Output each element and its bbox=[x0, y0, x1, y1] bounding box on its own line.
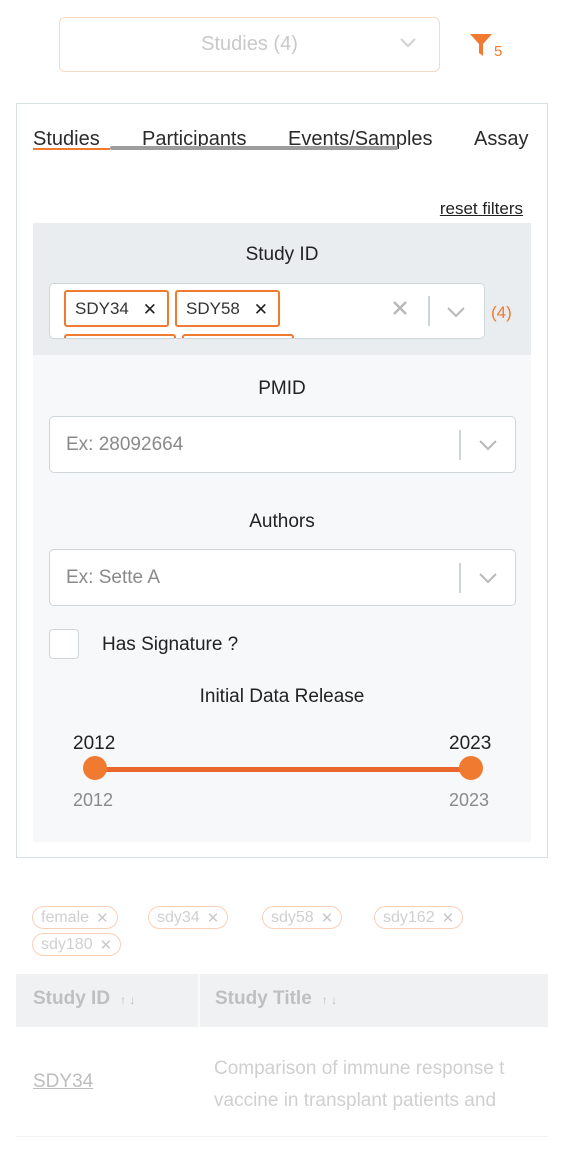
tag-label: female bbox=[41, 908, 90, 926]
tag-label: sdy34 bbox=[157, 908, 200, 926]
clear-all-icon[interactable] bbox=[390, 298, 410, 318]
table-row: SDY34 Comparison of immune response t va… bbox=[16, 1027, 548, 1137]
reset-filters-link[interactable]: reset filters bbox=[440, 199, 523, 219]
dataset-select-value: Studies (4) bbox=[201, 33, 298, 55]
close-icon[interactable]: ✕ bbox=[100, 936, 113, 954]
slider-range-max: 2023 bbox=[449, 790, 490, 810]
chevron-down-icon[interactable] bbox=[478, 571, 498, 585]
close-icon[interactable]: ✕ bbox=[321, 909, 334, 927]
pmid-select[interactable]: Ex: 28092664 bbox=[49, 416, 516, 473]
chip-remove-icon[interactable]: ✕ bbox=[254, 300, 268, 320]
study-id-title: Study ID bbox=[245, 244, 319, 265]
active-filter-tag[interactable]: sdy34 ✕ bbox=[148, 906, 229, 929]
table-header: Study ID ↑ ↓ Study Title ↑ ↓ bbox=[16, 974, 548, 1027]
results-area: female ✕ sdy34 ✕ sdy58 ✕ sdy162 ✕ sdy180 ✕ St… bbox=[16, 888, 548, 1150]
authors-placeholder: Ex: Sette A bbox=[66, 567, 160, 588]
column-header-study-id[interactable]: Study ID ↑ ↓ bbox=[33, 988, 135, 1010]
tab-assay[interactable]: Assay bbox=[474, 128, 528, 151]
tab-scrollbar[interactable] bbox=[110, 146, 398, 150]
tag-label: sdy58 bbox=[271, 908, 314, 926]
close-icon[interactable]: ✕ bbox=[96, 909, 109, 927]
column-label: Study Title bbox=[215, 988, 312, 1009]
filter-count-badge: 5 bbox=[494, 43, 503, 60]
chevron-down-icon[interactable] bbox=[478, 438, 498, 452]
column-header-study-title[interactable]: Study Title ↑ ↓ bbox=[215, 988, 337, 1010]
filters-body: Study ID SDY34 ✕ SDY58 ✕ (4) PMID Ex: 28… bbox=[33, 223, 531, 842]
study-id-link[interactable]: SDY34 bbox=[33, 1071, 93, 1093]
study-id-chip: SDY34 ✕ bbox=[64, 290, 169, 327]
study-title-cell: Comparison of immune response t vaccine … bbox=[214, 1053, 548, 1117]
chip-label: SDY34 bbox=[75, 298, 129, 318]
tag-label: sdy162 bbox=[383, 908, 435, 926]
slider-selected-min: 2012 bbox=[73, 733, 116, 754]
dataset-select[interactable]: Studies (4) bbox=[59, 17, 440, 72]
authors-title: Authors bbox=[249, 511, 315, 532]
slider-min-handle[interactable] bbox=[83, 756, 107, 780]
chip-remove-icon[interactable]: ✕ bbox=[143, 300, 157, 320]
sort-icon[interactable]: ↑ ↓ bbox=[322, 993, 337, 1007]
slider-track[interactable] bbox=[95, 767, 471, 772]
active-filter-tag[interactable]: sdy162 ✕ bbox=[374, 906, 464, 929]
pmid-placeholder: Ex: 28092664 bbox=[66, 434, 184, 455]
study-id-chip-overflow bbox=[64, 334, 176, 338]
filter-panel: Studies Participants Events/Samples Assa… bbox=[16, 103, 548, 858]
slider-selected-max: 2023 bbox=[449, 733, 492, 754]
separator bbox=[428, 296, 430, 326]
study-title-line: Comparison of immune response t bbox=[214, 1058, 505, 1079]
pmid-title: PMID bbox=[258, 378, 306, 399]
close-icon[interactable]: ✕ bbox=[442, 909, 455, 927]
study-id-chip: SDY58 ✕ bbox=[175, 290, 280, 327]
separator bbox=[459, 430, 461, 460]
filter-toggle-button[interactable]: 5 bbox=[469, 32, 503, 60]
study-id-chip-overflow bbox=[182, 334, 294, 338]
slider-range-min: 2012 bbox=[73, 790, 114, 810]
tag-label: sdy180 bbox=[41, 935, 93, 953]
has-signature-label: Has Signature ? bbox=[102, 634, 239, 655]
study-id-count: (4) bbox=[491, 303, 512, 322]
column-label: Study ID bbox=[33, 988, 111, 1009]
study-title-line: vaccine in transplant patients and bbox=[214, 1090, 497, 1111]
chevron-down-icon bbox=[400, 38, 416, 48]
study-id-section: Study ID SDY34 ✕ SDY58 ✕ (4) bbox=[33, 223, 531, 355]
initial-release-title: Initial Data Release bbox=[199, 686, 365, 707]
separator bbox=[459, 563, 461, 593]
column-divider bbox=[198, 974, 200, 1027]
active-filter-tag[interactable]: female ✕ bbox=[32, 906, 118, 929]
close-icon[interactable]: ✕ bbox=[207, 909, 220, 927]
chip-label: SDY58 bbox=[186, 298, 240, 318]
sort-icon[interactable]: ↑ ↓ bbox=[120, 993, 135, 1007]
tab-bar: Studies Participants Events/Samples Assa… bbox=[33, 128, 533, 158]
slider-max-handle[interactable] bbox=[459, 756, 483, 780]
authors-select[interactable]: Ex: Sette A bbox=[49, 549, 516, 606]
has-signature-checkbox[interactable] bbox=[49, 629, 79, 659]
study-id-multiselect[interactable]: SDY34 ✕ SDY58 ✕ bbox=[49, 283, 485, 339]
filter-icon bbox=[470, 34, 492, 56]
active-filter-tag[interactable]: sdy58 ✕ bbox=[262, 906, 343, 929]
active-tab-indicator bbox=[33, 148, 110, 150]
chevron-down-icon[interactable] bbox=[446, 305, 466, 319]
active-filter-tag[interactable]: sdy180 ✕ bbox=[32, 933, 122, 956]
